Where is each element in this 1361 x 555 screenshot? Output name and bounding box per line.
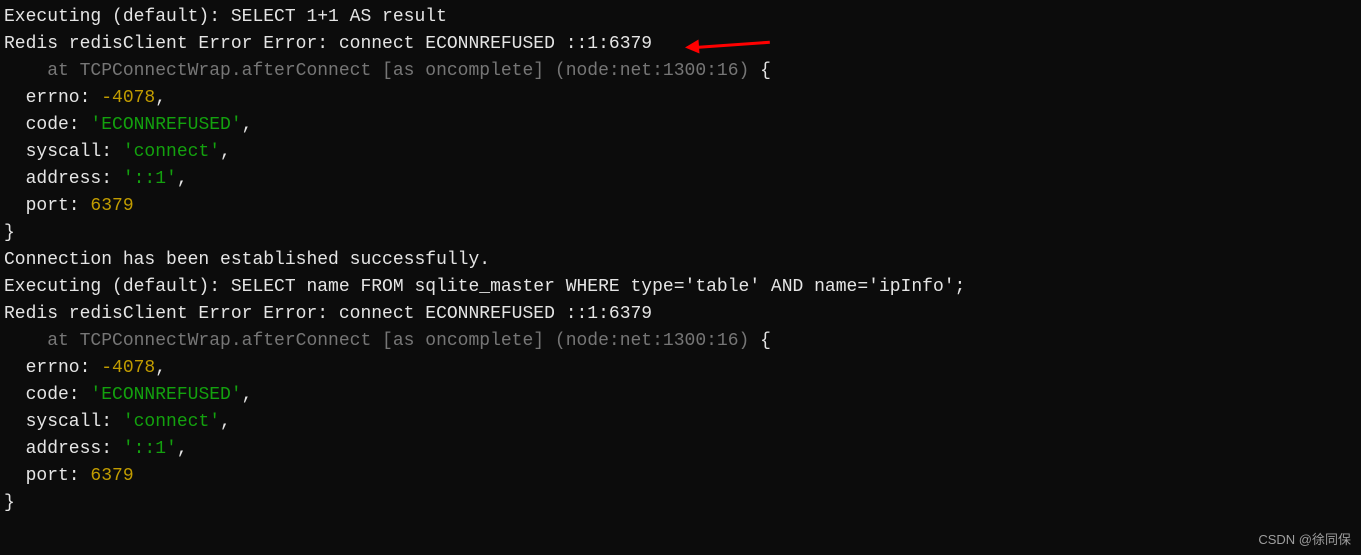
log-line-redis-error-2: Redis redisClient Error Error: connect E… — [4, 301, 1357, 328]
brace-close-1: } — [4, 220, 1357, 247]
port-label-2: port: — [4, 466, 90, 486]
port-value-1: 6379 — [90, 196, 133, 216]
log-line-errno-1: errno: -4078, — [4, 85, 1357, 112]
comma: , — [177, 439, 188, 459]
syscall-label-1: syscall: — [4, 142, 123, 162]
syscall-value-1: 'connect' — [123, 142, 220, 162]
address-value-1: '::1' — [123, 169, 177, 189]
comma: , — [220, 412, 231, 432]
log-line-stack-2: at TCPConnectWrap.afterConnect [as oncom… — [4, 328, 1357, 355]
errno-value-2: -4078 — [101, 358, 155, 378]
annotation-arrow-icon — [680, 38, 770, 58]
log-line-code-1: code: 'ECONNREFUSED', — [4, 112, 1357, 139]
code-label-1: code: — [4, 115, 90, 135]
log-line-stack-1: at TCPConnectWrap.afterConnect [as oncom… — [4, 58, 1357, 85]
code-value-2: 'ECONNREFUSED' — [90, 385, 241, 405]
port-value-2: 6379 — [90, 466, 133, 486]
log-line-address-1: address: '::1', — [4, 166, 1357, 193]
stack-trace-2: at TCPConnectWrap.afterConnect [as oncom… — [4, 331, 760, 351]
brace-close-2: } — [4, 490, 1357, 517]
errno-value-1: -4078 — [101, 88, 155, 108]
errno-label-2: errno: — [4, 358, 101, 378]
log-line-code-2: code: 'ECONNREFUSED', — [4, 382, 1357, 409]
log-line-executing-1: Executing (default): SELECT 1+1 AS resul… — [4, 4, 1357, 31]
address-label-1: address: — [4, 169, 123, 189]
code-label-2: code: — [4, 385, 90, 405]
comma: , — [242, 385, 253, 405]
log-line-address-2: address: '::1', — [4, 436, 1357, 463]
log-line-errno-2: errno: -4078, — [4, 355, 1357, 382]
log-line-syscall-1: syscall: 'connect', — [4, 139, 1357, 166]
stack-trace-1: at TCPConnectWrap.afterConnect [as oncom… — [4, 61, 760, 81]
log-line-syscall-2: syscall: 'connect', — [4, 409, 1357, 436]
errno-label-1: errno: — [4, 88, 101, 108]
log-line-port-1: port: 6379 — [4, 193, 1357, 220]
address-label-2: address: — [4, 439, 123, 459]
port-label-1: port: — [4, 196, 90, 216]
terminal-output: Executing (default): SELECT 1+1 AS resul… — [4, 4, 1357, 517]
address-value-2: '::1' — [123, 439, 177, 459]
log-line-port-2: port: 6379 — [4, 463, 1357, 490]
code-value-1: 'ECONNREFUSED' — [90, 115, 241, 135]
comma: , — [155, 358, 166, 378]
log-line-executing-2: Executing (default): SELECT name FROM sq… — [4, 274, 1357, 301]
comma: , — [220, 142, 231, 162]
syscall-value-2: 'connect' — [123, 412, 220, 432]
comma: , — [242, 115, 253, 135]
brace-open-2: { — [760, 331, 771, 351]
comma: , — [177, 169, 188, 189]
syscall-label-2: syscall: — [4, 412, 123, 432]
comma: , — [155, 88, 166, 108]
watermark-text: CSDN @徐同保 — [1258, 530, 1351, 550]
log-line-connection-success: Connection has been established successf… — [4, 247, 1357, 274]
brace-open-1: { — [760, 61, 771, 81]
